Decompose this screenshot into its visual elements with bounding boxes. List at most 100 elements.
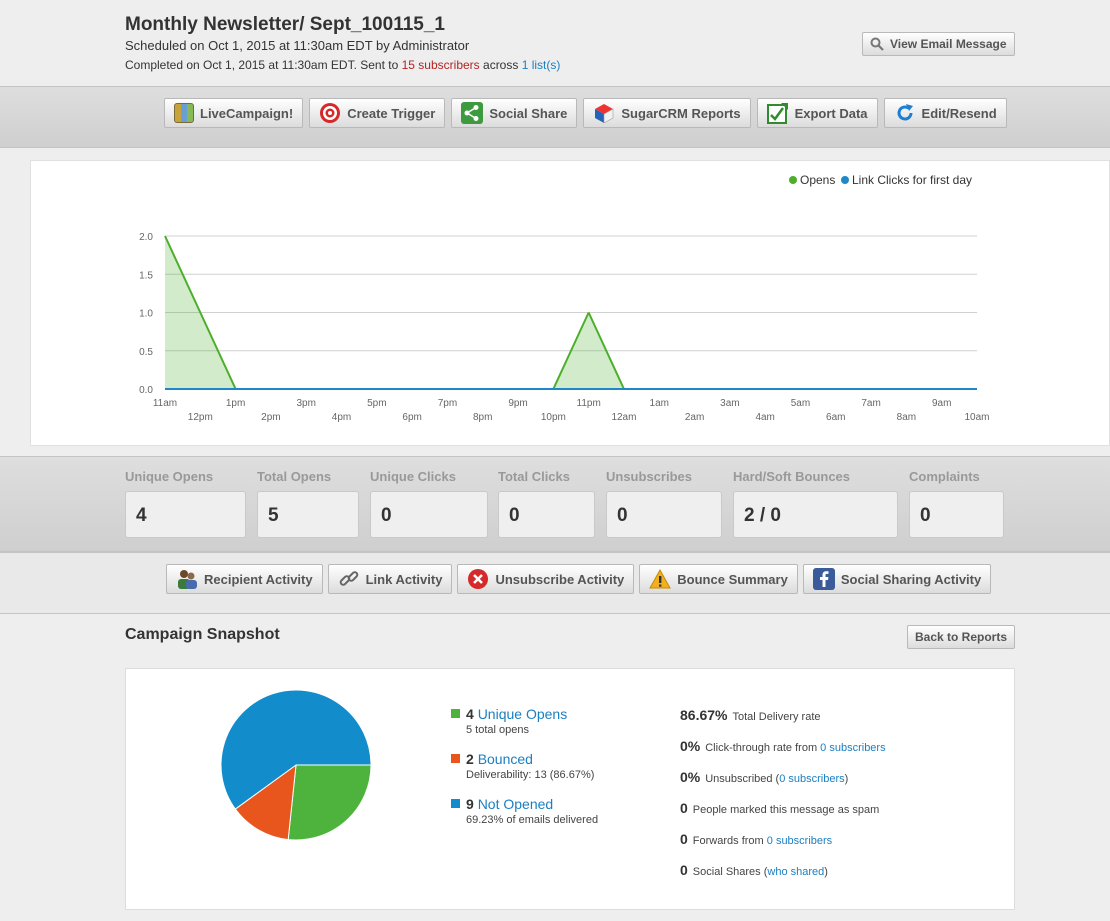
x-tick-label: 10am — [964, 412, 989, 423]
back-to-reports-button[interactable]: Back to Reports — [907, 625, 1016, 649]
metric-forwards: 0 Forwards from 0 subscribers — [680, 831, 832, 847]
legend-count: 2 — [466, 751, 474, 767]
bounced-link[interactable]: Bounced — [478, 751, 533, 767]
create-trigger-button[interactable]: Create Trigger — [309, 98, 446, 128]
share-icon — [461, 102, 484, 124]
x-tick-label: 1pm — [226, 398, 245, 409]
x-tick-label: 3am — [720, 398, 739, 409]
social-share-button[interactable]: Social Share — [451, 98, 578, 128]
y-tick-label: 2.0 — [139, 232, 153, 243]
stat-value: 0 — [606, 491, 722, 538]
subscribers-link[interactable]: 15 subscribers — [402, 58, 480, 72]
social-sharing-activity-label: Social Sharing Activity — [840, 571, 982, 587]
y-tick-label: 1.5 — [139, 270, 153, 281]
recipient-activity-button[interactable]: Recipient Activity — [166, 564, 323, 594]
target-icon — [320, 103, 341, 123]
stat-label: Unique Clicks — [370, 469, 456, 484]
export-icon — [766, 103, 788, 124]
x-tick-label: 9pm — [508, 398, 527, 409]
social-sharing-activity-button[interactable]: Social Sharing Activity — [802, 564, 992, 594]
bounce-summary-button[interactable]: Bounce Summary — [639, 564, 798, 594]
stat-label: Unique Opens — [125, 469, 214, 484]
edit-resend-button[interactable]: Edit/Resend — [883, 98, 1007, 128]
stat-value: 0 — [370, 491, 488, 538]
export-data-button[interactable]: Export Data — [756, 98, 878, 128]
search-icon — [870, 37, 884, 51]
metric-value: 0 — [680, 800, 688, 816]
x-tick-label: 5am — [791, 398, 810, 409]
legend-opens-dot — [789, 176, 797, 184]
x-tick-label: 9am — [932, 398, 951, 409]
ctr-subscribers-link[interactable]: 0 subscribers — [820, 742, 885, 754]
metric-text: Forwards from — [692, 835, 764, 847]
metric-value: 0% — [680, 769, 701, 785]
chart-svg: 0.0 0.5 1.0 1.5 2.0 11am 12pm 1pm 2pm 3pm 4pm 5pm 6p… — [139, 173, 989, 423]
x-tick-label: 4am — [755, 412, 774, 423]
green-square-icon — [451, 709, 460, 718]
stat-label: Unsubscribes — [606, 469, 692, 484]
snapshot-title: Campaign Snapshot — [125, 626, 280, 643]
who-shared-link[interactable]: who shared — [767, 866, 824, 878]
activity-toolbar-band: Recipient Activity Link Activity Unsubsc… — [0, 552, 1110, 614]
sugarcrm-reports-button[interactable]: SugarCRM Reports — [583, 98, 751, 128]
lists-link[interactable]: 1 list(s) — [522, 58, 561, 72]
completed-text: Completed on Oct 1, 2015 at 11:30am EDT.… — [125, 58, 399, 72]
x-tick-label: 4pm — [332, 412, 351, 423]
cube-icon — [595, 104, 614, 124]
x-tick-label: 6pm — [402, 412, 421, 423]
y-tick-label: 1.0 — [139, 309, 153, 320]
unsubscribe-activity-label: Unsubscribe Activity — [495, 571, 625, 587]
metric-text: Total Delivery rate — [732, 711, 821, 723]
people-icon — [178, 570, 197, 589]
opens-clicks-chart: 0.0 0.5 1.0 1.5 2.0 11am 12pm 1pm 2pm 3pm 4pm 5pm 6p… — [30, 160, 1110, 446]
view-email-button[interactable]: View Email Message — [862, 32, 1015, 56]
stat-label: Total Clicks — [498, 469, 571, 484]
legend-unique-opens: 4 Unique Opens 5 total opens — [451, 706, 567, 736]
x-tick-label: 5pm — [367, 398, 386, 409]
cancel-icon — [468, 569, 489, 589]
metric-spam: 0 People marked this message as spam — [680, 800, 879, 816]
legend-not-opened: 9 Not Opened 69.23% of emails delivered — [451, 796, 598, 826]
action-toolbar-band: LiveCampaign! Create Trigger Social Shar… — [0, 86, 1110, 148]
facebook-icon — [812, 568, 835, 590]
x-tick-label: 12am — [611, 412, 636, 423]
warning-icon — [649, 568, 672, 589]
stat-value: 4 — [125, 491, 246, 538]
pie-slice-unique-opens — [287, 764, 372, 841]
metric-text: Social Shares ( — [692, 866, 768, 878]
recipient-activity-label: Recipient Activity — [204, 571, 313, 587]
edit-resend-label: Edit/Resend — [921, 105, 997, 121]
back-to-reports-label: Back to Reports — [915, 630, 1008, 644]
not-opened-link[interactable]: Not Opened — [478, 796, 554, 812]
metric-unsubscribed: 0% Unsubscribed (0 subscribers) — [680, 769, 848, 785]
metric-text-close: ) — [824, 866, 828, 878]
livecampaign-button[interactable]: LiveCampaign! — [164, 98, 304, 128]
fwd-subscribers-link[interactable]: 0 subscribers — [767, 835, 832, 847]
metric-social-shares: 0 Social Shares (who shared) — [680, 862, 828, 878]
x-tick-label: 3pm — [296, 398, 315, 409]
metric-text: People marked this message as spam — [692, 804, 880, 816]
link-activity-button[interactable]: Link Activity — [327, 564, 453, 594]
y-tick-label: 0.5 — [139, 347, 153, 358]
legend-opens-label: Opens — [800, 173, 835, 187]
metric-value: 0% — [680, 738, 701, 754]
x-tick-label: 8pm — [473, 412, 492, 423]
unique-opens-link[interactable]: Unique Opens — [478, 706, 568, 722]
metric-text: Click-through rate from — [705, 742, 818, 754]
bounce-summary-label: Bounce Summary — [677, 571, 788, 587]
x-tick-label: 10pm — [541, 412, 566, 423]
stat-value: 2 / 0 — [733, 491, 898, 538]
legend-bounced: 2 Bounced Deliverability: 13 (86.67%) — [451, 751, 594, 781]
legend-sub: 5 total opens — [466, 724, 529, 736]
stat-label: Complaints — [909, 469, 980, 484]
export-data-label: Export Data — [794, 105, 868, 121]
unsubscribe-activity-button[interactable]: Unsubscribe Activity — [457, 564, 635, 594]
legend-sub: Deliverability: 13 (86.67%) — [466, 769, 595, 781]
view-email-label: View Email Message — [890, 37, 1007, 51]
across-text: across — [483, 58, 519, 72]
stat-label: Hard/Soft Bounces — [733, 469, 851, 484]
x-tick-label: 2am — [685, 412, 704, 423]
x-tick-label: 11am — [153, 398, 177, 409]
metric-value: 0 — [680, 831, 688, 847]
unsub-subscribers-link[interactable]: 0 subscribers — [779, 773, 844, 785]
